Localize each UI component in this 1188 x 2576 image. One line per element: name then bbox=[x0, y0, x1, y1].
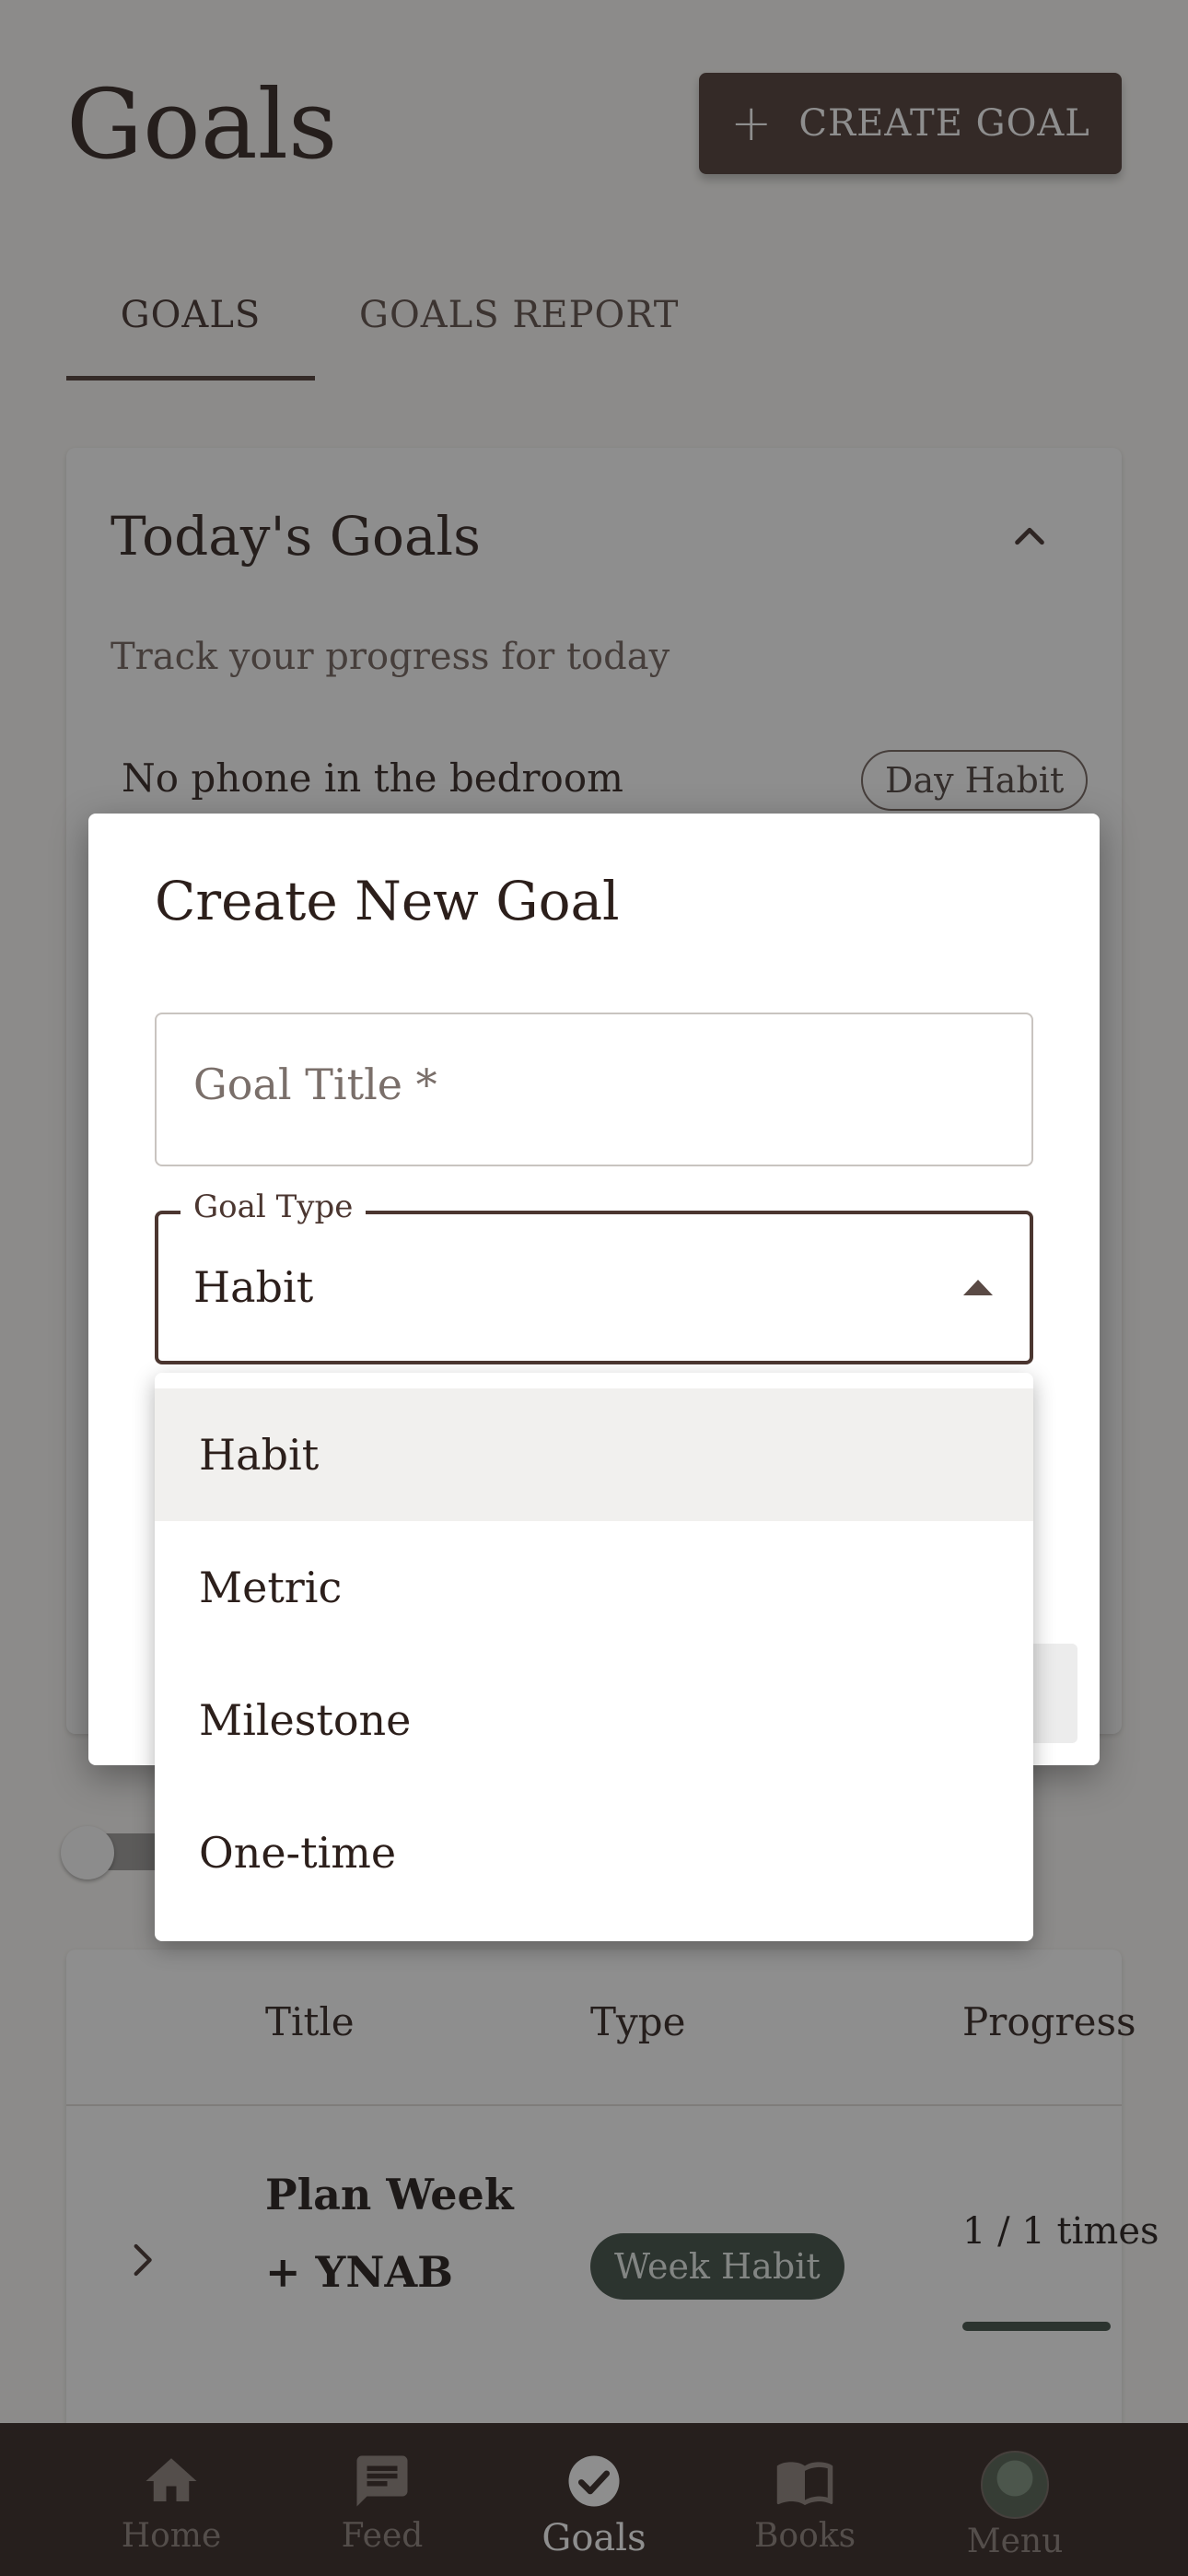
goal-type-value: Habit bbox=[193, 1262, 314, 1312]
caret-up-icon[interactable] bbox=[961, 1277, 995, 1297]
menu-item-milestone[interactable]: Milestone bbox=[155, 1654, 1033, 1786]
menu-item-habit[interactable]: Habit bbox=[155, 1388, 1033, 1521]
menu-item-metric[interactable]: Metric bbox=[155, 1521, 1033, 1654]
menu-item-one-time[interactable]: One-time bbox=[155, 1786, 1033, 1919]
goal-title-placeholder: Goal Title * bbox=[193, 1060, 437, 1109]
dialog-title: Create New Goal bbox=[155, 870, 620, 932]
goal-type-label: Goal Type bbox=[181, 1188, 367, 1225]
